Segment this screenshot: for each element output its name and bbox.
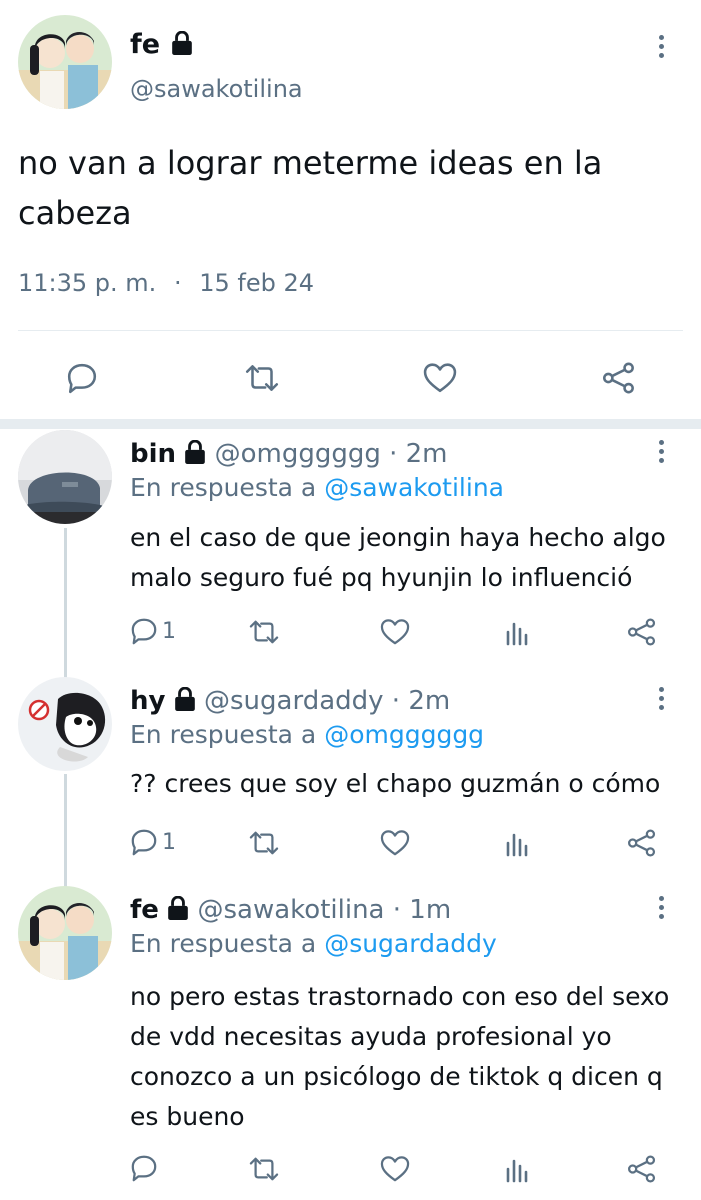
main-retweet-button[interactable] (243, 362, 281, 394)
main-like-button[interactable] (422, 362, 458, 394)
reply-icon (130, 1154, 158, 1182)
like-icon (422, 362, 458, 394)
reply-author-name[interactable]: fe (130, 895, 159, 925)
reply-avatar[interactable] (18, 430, 112, 524)
reply-icon (66, 362, 98, 394)
reply-to-link[interactable]: @sugardaddy (324, 929, 497, 958)
share-button[interactable] (627, 1155, 657, 1187)
reply-to-line: En respuesta a @sawakotilina (130, 473, 504, 502)
reply-icon (130, 617, 158, 645)
main-reply-button[interactable] (66, 362, 98, 394)
main-tweet-timestamp: 11:35 p. m. · 15 feb 24 (18, 269, 315, 297)
reply-button[interactable] (130, 1154, 158, 1186)
reply-author-handle[interactable]: @omgggggg (215, 439, 381, 469)
reply-avatar[interactable] (18, 677, 112, 771)
share-icon (601, 362, 637, 394)
reply-text: no pero estas trastornado con eso del se… (130, 982, 670, 1131)
analytics-button[interactable] (504, 829, 532, 861)
like-button[interactable] (380, 829, 410, 861)
analytics-icon (504, 618, 532, 646)
lock-icon (184, 440, 206, 464)
thread-line (64, 528, 67, 678)
thread-line (64, 774, 67, 887)
reply-author-handle[interactable]: @sugardaddy (204, 686, 384, 716)
more-icon[interactable] (656, 35, 666, 62)
reply-to-link[interactable]: @omgggggg (324, 720, 484, 749)
more-icon[interactable] (656, 896, 666, 923)
retweet-button[interactable] (247, 618, 281, 650)
reply-icon (130, 828, 158, 856)
reply-avatar[interactable] (18, 886, 112, 980)
reply-author-name[interactable]: bin (130, 439, 176, 469)
lock-icon (171, 31, 193, 55)
reply-author-name[interactable]: hy (130, 686, 165, 716)
analytics-button[interactable] (504, 1155, 532, 1187)
retweet-button[interactable] (247, 1155, 281, 1187)
reply-text: ?? crees que soy el chapo guzmán o cómo (130, 769, 661, 798)
share-icon (627, 1155, 657, 1183)
main-tweet-divider (18, 330, 683, 331)
analytics-icon (504, 829, 532, 857)
main-share-button[interactable] (601, 362, 637, 394)
more-icon[interactable] (656, 440, 666, 467)
reply-header: fe @sawakotilina · 1m (130, 895, 452, 925)
reply-time[interactable]: 1m (409, 895, 451, 925)
analytics-button[interactable] (504, 618, 532, 650)
main-tweet-text: no van a lograr meterme ideas en la cabe… (18, 144, 603, 232)
retweet-icon (247, 829, 281, 857)
more-icon[interactable] (656, 687, 666, 714)
reply-header: bin @omgggggg · 2m (130, 439, 448, 469)
reply-to-link[interactable]: @sawakotilina (324, 473, 504, 502)
lock-icon (167, 896, 189, 920)
analytics-icon (504, 1155, 532, 1183)
reply-to-line: En respuesta a @omgggggg (130, 720, 485, 749)
reply-header: hy @sugardaddy · 2m (130, 686, 451, 716)
reply-button[interactable]: 1 (130, 828, 176, 856)
reply-to-line: En respuesta a @sugardaddy (130, 929, 497, 958)
section-divider (0, 419, 701, 429)
retweet-icon (243, 362, 281, 394)
share-button[interactable] (627, 618, 657, 650)
lock-icon (174, 687, 196, 711)
reply-text: en el caso de que jeongin haya hecho alg… (130, 523, 666, 592)
retweet-icon (247, 1155, 281, 1183)
main-author-name[interactable]: fe (130, 29, 193, 61)
like-icon (380, 618, 410, 646)
reply-author-handle[interactable]: @sawakotilina (197, 895, 384, 925)
like-button[interactable] (380, 1155, 410, 1187)
share-icon (627, 829, 657, 857)
like-icon (380, 829, 410, 857)
share-icon (627, 618, 657, 646)
main-author-avatar[interactable] (18, 15, 112, 109)
like-icon (380, 1155, 410, 1183)
like-button[interactable] (380, 618, 410, 650)
retweet-button[interactable] (247, 829, 281, 861)
reply-button[interactable]: 1 (130, 617, 176, 645)
reply-time[interactable]: 2m (408, 686, 450, 716)
retweet-icon (247, 618, 281, 646)
reply-count: 1 (162, 618, 176, 644)
reply-count: 1 (162, 829, 176, 855)
reply-time[interactable]: 2m (406, 439, 448, 469)
share-button[interactable] (627, 829, 657, 861)
main-author-handle[interactable]: @sawakotilina (130, 74, 303, 104)
